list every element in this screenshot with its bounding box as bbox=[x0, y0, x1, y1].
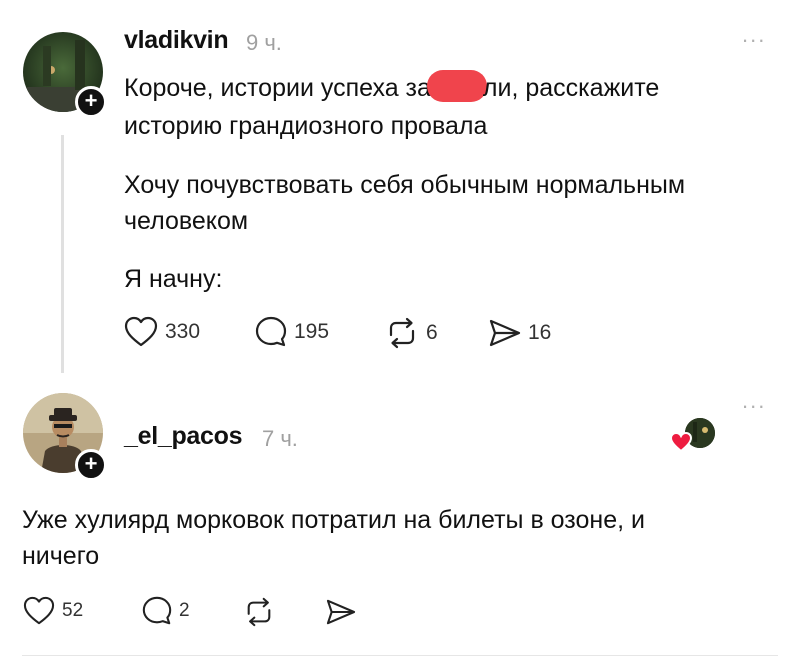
reply-like-count: 52 bbox=[62, 600, 84, 621]
post-comment-button[interactable]: 195 bbox=[254, 315, 329, 349]
more-options-icon[interactable]: ... bbox=[742, 24, 766, 46]
post-comment-count: 195 bbox=[294, 320, 330, 343]
post-text-line1-start: Короче, истории успеха за bbox=[124, 74, 431, 102]
post-username[interactable]: vladikvin bbox=[124, 26, 229, 55]
post-share-button[interactable]: 16 bbox=[488, 318, 551, 348]
send-icon bbox=[326, 599, 356, 625]
post-like-button[interactable]: 330 bbox=[123, 316, 200, 348]
reply-like-button[interactable]: 52 bbox=[22, 596, 83, 626]
heart-icon bbox=[23, 596, 55, 625]
reply-share-button[interactable] bbox=[325, 598, 357, 626]
post-text-line1-end: ли, расскажите bbox=[482, 74, 660, 102]
comment-bubble-icon bbox=[142, 596, 172, 625]
post-repost-button[interactable]: 6 bbox=[384, 317, 438, 349]
reply-text-line2: ничего bbox=[22, 542, 100, 570]
liked-by-author-badge bbox=[669, 418, 719, 453]
follow-plus-button[interactable]: + bbox=[75, 449, 107, 481]
send-icon bbox=[489, 319, 521, 347]
reply-repost-button[interactable] bbox=[242, 597, 276, 627]
redaction-mark bbox=[426, 70, 487, 102]
repost-icon bbox=[389, 317, 415, 349]
post-share-count: 16 bbox=[528, 321, 552, 344]
reply-username[interactable]: _el_pacos bbox=[124, 422, 243, 451]
post-like-count: 330 bbox=[165, 320, 201, 343]
heart-icon bbox=[124, 316, 158, 347]
post-repost-count: 6 bbox=[426, 321, 438, 344]
reply-time: 7 ч. bbox=[262, 426, 298, 451]
bottom-divider bbox=[22, 655, 778, 656]
thread-line bbox=[61, 135, 64, 373]
comment-bubble-icon bbox=[255, 316, 287, 347]
post-time: 9 ч. bbox=[246, 30, 282, 55]
post-text-para3: Я начну: bbox=[124, 265, 223, 293]
more-options-icon[interactable]: ... bbox=[742, 390, 766, 412]
reply-comment-button[interactable]: 2 bbox=[141, 595, 190, 627]
heart-badge-icon bbox=[669, 431, 693, 453]
post-text-para2-line1: Хочу почувствовать себя обычным нормальн… bbox=[124, 171, 686, 199]
reply-comment-count: 2 bbox=[179, 600, 190, 621]
repost-icon bbox=[247, 597, 271, 627]
post-text-para2-line2: человеком bbox=[124, 207, 249, 235]
post-text-line2: историю грандиозного провала bbox=[124, 112, 488, 140]
follow-plus-button[interactable]: + bbox=[75, 86, 107, 118]
reply-text-line1: Уже хулиярд морковок потратил на билеты … bbox=[22, 506, 645, 534]
post-text-line1: Короче, истории успеха за ли, расскажите bbox=[124, 70, 659, 106]
